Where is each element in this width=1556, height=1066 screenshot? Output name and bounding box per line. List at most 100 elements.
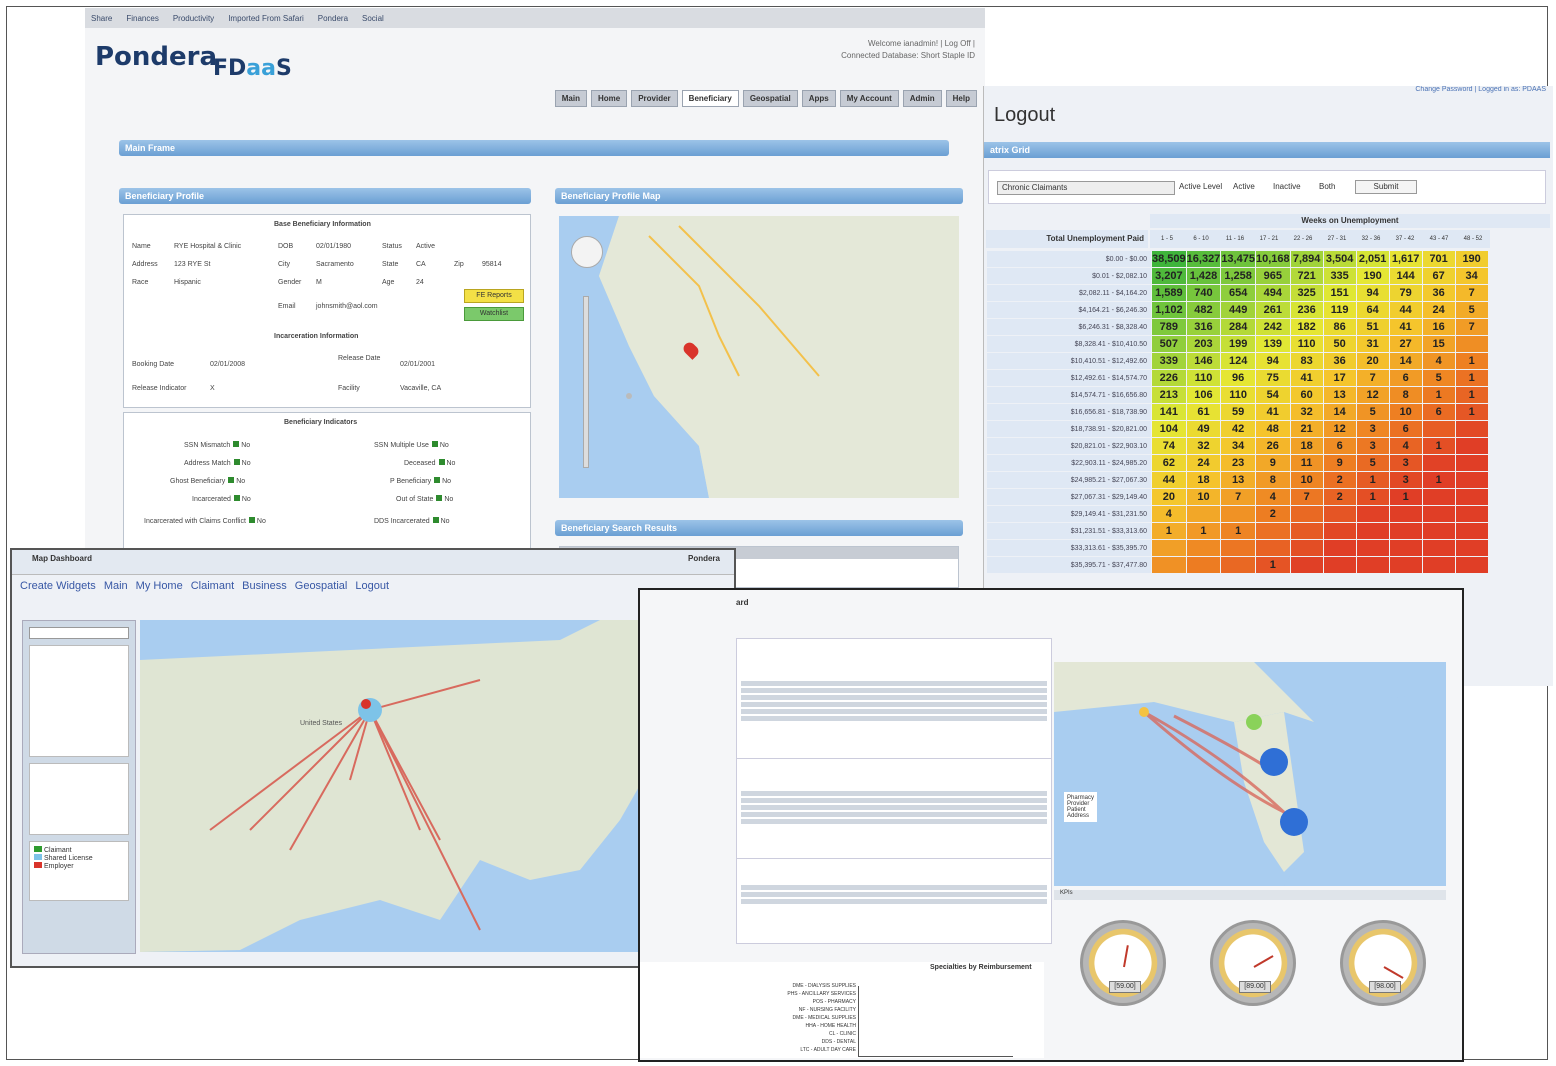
heat-cell[interactable] <box>1151 539 1187 557</box>
heat-cell[interactable]: 10,168 <box>1254 250 1291 268</box>
heat-cell[interactable]: 8 <box>1254 471 1291 489</box>
heat-cell[interactable]: 13 <box>1220 471 1256 489</box>
heat-cell[interactable]: 26 <box>1254 437 1291 455</box>
menu-my-home[interactable]: My Home <box>136 580 183 592</box>
heat-cell[interactable]: 965 <box>1254 267 1291 285</box>
heat-cell[interactable]: 61 <box>1185 403 1222 421</box>
heat-cell[interactable] <box>1185 539 1222 557</box>
heat-cell[interactable]: 36 <box>1421 284 1456 302</box>
heat-cell[interactable]: 1 <box>1254 556 1291 574</box>
heat-cell[interactable]: 18 <box>1289 437 1324 455</box>
heat-cell[interactable]: 124 <box>1220 352 1256 370</box>
heat-cell[interactable] <box>1421 454 1456 472</box>
heat-cell[interactable]: 6 <box>1388 420 1423 438</box>
heat-cell[interactable]: 236 <box>1289 301 1324 319</box>
heat-cell[interactable]: 1 <box>1220 522 1256 540</box>
heat-cell[interactable]: 141 <box>1151 403 1187 421</box>
map-zoom-slider[interactable] <box>583 296 589 468</box>
heat-cell[interactable] <box>1388 505 1423 523</box>
heat-cell[interactable]: 2 <box>1322 488 1357 506</box>
heat-cell[interactable]: 119 <box>1322 301 1357 319</box>
heat-cell[interactable] <box>1355 539 1390 557</box>
heat-cell[interactable]: 3 <box>1355 420 1390 438</box>
heat-cell[interactable] <box>1322 505 1357 523</box>
radio-inactive[interactable]: Inactive <box>1273 182 1301 191</box>
heat-cell[interactable] <box>1454 335 1489 353</box>
heat-cell[interactable] <box>1454 522 1489 540</box>
heat-cell[interactable]: 18 <box>1185 471 1222 489</box>
tab-provider[interactable]: Provider <box>631 90 678 107</box>
heat-cell[interactable] <box>1289 522 1324 540</box>
heat-cell[interactable] <box>1254 522 1291 540</box>
heat-cell[interactable]: 32 <box>1185 437 1222 455</box>
heat-cell[interactable]: 1 <box>1355 471 1390 489</box>
heat-cell[interactable]: 3,504 <box>1322 250 1357 268</box>
tab-geospatial[interactable]: Geospatial <box>742 90 798 107</box>
heat-cell[interactable]: 4 <box>1254 488 1291 506</box>
heat-cell[interactable]: 284 <box>1220 318 1256 336</box>
tab-my-account[interactable]: My Account <box>839 90 899 107</box>
heat-cell[interactable]: 1,102 <box>1151 301 1187 319</box>
heat-cell[interactable]: 3,207 <box>1151 267 1187 285</box>
heat-cell[interactable]: 9 <box>1322 454 1357 472</box>
heat-cell[interactable]: 1 <box>1185 522 1222 540</box>
heat-cell[interactable]: 494 <box>1254 284 1291 302</box>
heat-cell[interactable]: 27 <box>1388 335 1423 353</box>
heat-cell[interactable] <box>1454 556 1489 574</box>
heat-cell[interactable]: 482 <box>1185 301 1222 319</box>
heat-cell[interactable]: 86 <box>1322 318 1357 336</box>
heat-cell[interactable] <box>1322 539 1357 557</box>
menu-geospatial[interactable]: Geospatial <box>295 580 348 592</box>
heat-cell[interactable]: 14 <box>1388 352 1423 370</box>
heat-cell[interactable]: 789 <box>1151 318 1187 336</box>
heat-cell[interactable] <box>1254 539 1291 557</box>
heat-cell[interactable]: 190 <box>1355 267 1390 285</box>
heat-cell[interactable]: 13,475 <box>1220 250 1256 268</box>
heat-cell[interactable]: 654 <box>1220 284 1256 302</box>
heat-cell[interactable] <box>1322 556 1357 574</box>
heat-cell[interactable]: 110 <box>1289 335 1324 353</box>
heat-cell[interactable]: 701 <box>1421 250 1456 268</box>
heat-cell[interactable]: 60 <box>1289 386 1324 404</box>
heat-cell[interactable]: 49 <box>1185 420 1222 438</box>
heat-cell[interactable] <box>1220 505 1256 523</box>
heat-cell[interactable]: 190 <box>1454 250 1489 268</box>
heat-cell[interactable] <box>1454 488 1489 506</box>
menu-business[interactable]: Business <box>242 580 287 592</box>
map-pan-control[interactable] <box>571 236 603 268</box>
heat-cell[interactable]: 74 <box>1151 437 1187 455</box>
heat-cell[interactable]: 10 <box>1388 403 1423 421</box>
heat-cell[interactable]: 110 <box>1220 386 1256 404</box>
heat-cell[interactable]: 335 <box>1322 267 1357 285</box>
heat-cell[interactable] <box>1289 505 1324 523</box>
heat-cell[interactable] <box>1421 420 1456 438</box>
tab-apps[interactable]: Apps <box>801 90 836 107</box>
heat-cell[interactable] <box>1289 556 1324 574</box>
heat-cell[interactable] <box>1220 556 1256 574</box>
heat-cell[interactable]: 6 <box>1388 369 1423 387</box>
heat-cell[interactable]: 24 <box>1421 301 1456 319</box>
heat-cell[interactable]: 8 <box>1388 386 1423 404</box>
heat-cell[interactable]: 3 <box>1388 471 1423 489</box>
heat-cell[interactable]: 1,428 <box>1185 267 1222 285</box>
heat-cell[interactable]: 2,051 <box>1355 250 1390 268</box>
heat-cell[interactable]: 83 <box>1289 352 1324 370</box>
heat-cell[interactable]: 9 <box>1254 454 1291 472</box>
heat-cell[interactable]: 2 <box>1254 505 1291 523</box>
heat-cell[interactable]: 34 <box>1454 267 1489 285</box>
profile-map-header[interactable]: Beneficiary Profile Map <box>555 188 963 204</box>
heat-cell[interactable]: 94 <box>1355 284 1390 302</box>
heat-cell[interactable]: 1 <box>1454 386 1489 404</box>
fe-reports-button[interactable]: FE Reports <box>464 289 524 303</box>
heat-cell[interactable]: 94 <box>1254 352 1291 370</box>
tab-admin[interactable]: Admin <box>902 90 942 107</box>
heat-cell[interactable]: 24 <box>1185 454 1222 472</box>
heat-cell[interactable]: 1 <box>1454 369 1489 387</box>
heat-cell[interactable] <box>1388 522 1423 540</box>
heat-cell[interactable]: 21 <box>1289 420 1324 438</box>
heat-cell[interactable]: 20 <box>1151 488 1187 506</box>
heat-cell[interactable]: 41 <box>1289 369 1324 387</box>
heat-cell[interactable]: 1 <box>1421 471 1456 489</box>
heat-cell[interactable]: 139 <box>1254 335 1291 353</box>
heat-cell[interactable]: 4 <box>1388 437 1423 455</box>
